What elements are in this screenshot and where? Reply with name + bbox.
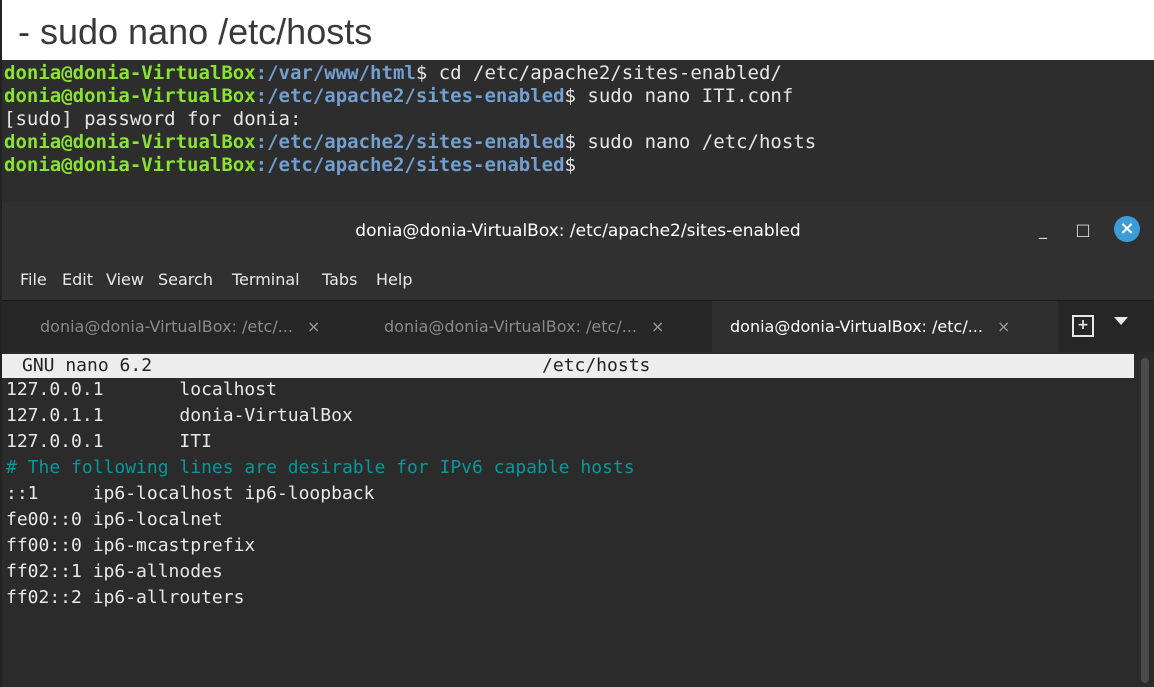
window-titlebar[interactable]: donia@donia-VirtualBox: /etc/apache2/sit… bbox=[2, 202, 1154, 260]
menu-search[interactable]: Search bbox=[158, 270, 213, 289]
hosts-line: ::1 ip6-localhost ip6-loopback bbox=[6, 483, 375, 504]
tab-2[interactable]: donia@donia-VirtualBox: /etc/... × bbox=[362, 301, 712, 353]
vertical-scrollbar[interactable] bbox=[1137, 352, 1154, 687]
prompt-path: :/etc/apache2/sites-enabled bbox=[255, 85, 565, 107]
menu-tabs[interactable]: Tabs bbox=[322, 270, 357, 289]
terminal-line: [sudo] password for donia: bbox=[4, 108, 1154, 131]
close-button[interactable]: × bbox=[1114, 216, 1140, 242]
prompt-path: :/etc/apache2/sites-enabled bbox=[255, 154, 565, 176]
hosts-line: 127.0.1.1 donia-VirtualBox bbox=[6, 405, 353, 426]
hosts-line: ff00::0 ip6-mcastprefix bbox=[6, 535, 256, 556]
menu-terminal[interactable]: Terminal bbox=[232, 270, 300, 289]
tab-bar: donia@donia-VirtualBox: /etc/... × donia@… bbox=[2, 300, 1154, 353]
hosts-line: fe00::0 ip6-localnet bbox=[6, 509, 223, 530]
prompt-path: :/etc/apache2/sites-enabled bbox=[255, 131, 565, 153]
new-tab-icon[interactable]: + bbox=[1072, 315, 1094, 337]
hosts-comment-line: # The following lines are desirable for … bbox=[6, 457, 635, 478]
menu-view[interactable]: View bbox=[106, 270, 144, 289]
menu-file[interactable]: File bbox=[20, 270, 47, 289]
tab-list-dropdown-icon[interactable] bbox=[1114, 317, 1128, 325]
command-text: $ cd /etc/apache2/sites-enabled/ bbox=[415, 62, 782, 84]
nano-editor[interactable]: GNU nano 6.2 /etc/hosts 127.0.0.1 localh… bbox=[2, 352, 1134, 687]
file-content[interactable]: 127.0.0.1 localhost 127.0.1.1 donia-Virt… bbox=[6, 377, 635, 611]
hosts-line: 127.0.0.1 localhost bbox=[6, 379, 277, 400]
tab-label: donia@donia-VirtualBox: /etc/... bbox=[384, 317, 637, 336]
terminal-line: donia@donia-VirtualBox:/var/www/html$ cd… bbox=[4, 62, 1154, 85]
prompt-user: donia@donia-VirtualBox bbox=[4, 85, 256, 107]
top-terminal-output: donia@donia-VirtualBox:/var/www/html$ cd… bbox=[2, 60, 1154, 202]
sudo-password-prompt: [sudo] password for donia: bbox=[4, 108, 302, 130]
hosts-line: 127.0.0.1 ITI bbox=[6, 431, 212, 452]
menu-edit[interactable]: Edit bbox=[62, 270, 93, 289]
terminal-line: donia@donia-VirtualBox:/etc/apache2/site… bbox=[4, 131, 1154, 154]
menu-help[interactable]: Help bbox=[376, 270, 412, 289]
prompt-user: donia@donia-VirtualBox bbox=[4, 62, 256, 84]
menu-bar: File Edit View Search Terminal Tabs Help bbox=[2, 260, 1154, 300]
tab-1[interactable]: donia@donia-VirtualBox: /etc/... × bbox=[2, 301, 362, 353]
command-text: $ sudo nano /etc/hosts bbox=[564, 131, 817, 153]
tab-3-active[interactable]: donia@donia-VirtualBox: /etc/... × bbox=[712, 301, 1058, 353]
tab-close-icon[interactable]: × bbox=[307, 317, 320, 336]
command-text: $ sudo nano ITI.conf bbox=[564, 85, 794, 107]
tab-close-icon[interactable]: × bbox=[997, 317, 1010, 336]
tab-label: donia@donia-VirtualBox: /etc/... bbox=[40, 317, 293, 336]
slide-title: - sudo nano /etc/hosts bbox=[18, 11, 373, 52]
terminal-line: donia@donia-VirtualBox:/etc/apache2/site… bbox=[4, 154, 1154, 177]
hosts-line: ff02::1 ip6-allnodes bbox=[6, 561, 223, 582]
prompt-user: donia@donia-VirtualBox bbox=[4, 131, 256, 153]
tab-label: donia@donia-VirtualBox: /etc/... bbox=[730, 317, 983, 336]
nano-header-bar: GNU nano 6.2 /etc/hosts bbox=[2, 354, 1134, 378]
maximize-button[interactable]: □ bbox=[1070, 217, 1096, 243]
command-text: $ bbox=[564, 154, 576, 176]
terminal-line: donia@donia-VirtualBox:/etc/apache2/site… bbox=[4, 85, 1154, 108]
nano-filename: /etc/hosts bbox=[542, 355, 651, 376]
window-title: donia@donia-VirtualBox: /etc/apache2/sit… bbox=[355, 221, 801, 241]
nano-version: GNU nano 6.2 bbox=[22, 355, 153, 376]
minimize-button[interactable]: _ bbox=[1030, 217, 1056, 243]
terminal-window: donia@donia-VirtualBox: /etc/apache2/sit… bbox=[2, 202, 1154, 687]
prompt-path: :/var/www/html bbox=[255, 62, 416, 84]
tab-close-icon[interactable]: × bbox=[651, 317, 664, 336]
hosts-line: ff02::2 ip6-allrouters bbox=[6, 587, 245, 608]
prompt-user: donia@donia-VirtualBox bbox=[4, 154, 256, 176]
scrollbar-thumb[interactable] bbox=[1141, 358, 1149, 683]
